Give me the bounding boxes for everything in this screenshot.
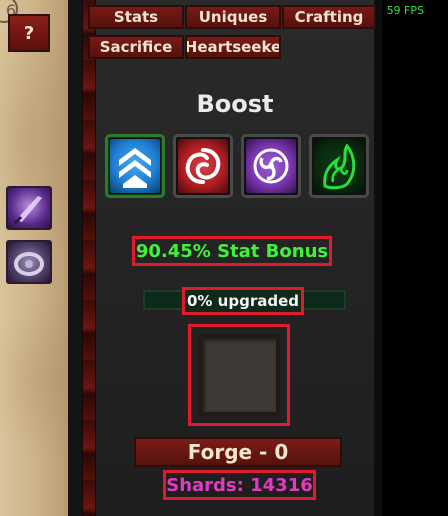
boost-option-swirl[interactable]: [173, 134, 233, 198]
swirl-icon: [178, 139, 228, 193]
upgrade-percent-label: 0% upgraded: [182, 287, 304, 315]
tab-sacrifice[interactable]: Sacrifice: [88, 35, 184, 59]
panel-edge: [374, 0, 382, 516]
divider-red-pillar: [82, 0, 96, 516]
tab-heartseeker[interactable]: Heartseeke: [185, 35, 281, 59]
boost-option-flame[interactable]: [309, 134, 369, 198]
dagger-skill-icon[interactable]: [6, 186, 52, 230]
flame-vortex-icon: [314, 139, 364, 193]
tab-uniques[interactable]: Uniques: [185, 5, 281, 29]
forge-button[interactable]: Forge - 0: [134, 437, 342, 467]
fps-counter: 59 FPS: [386, 4, 424, 17]
help-button[interactable]: ?: [8, 14, 50, 52]
forge-item-slot[interactable]: [198, 334, 280, 416]
boost-title: Boost: [196, 90, 274, 118]
stat-bonus-text: 90.45% Stat Bonus: [132, 236, 332, 266]
shards-count: Shards: 14316: [163, 470, 316, 500]
tab-stats[interactable]: Stats: [88, 5, 184, 29]
tab-crafting[interactable]: Crafting: [282, 5, 376, 29]
forge-slot-frame: [188, 324, 290, 426]
boost-option-chevron[interactable]: [105, 134, 165, 198]
divider-dark: [68, 0, 82, 516]
ring-skill-icon[interactable]: [6, 240, 52, 284]
boost-option-triskelion[interactable]: [241, 134, 301, 198]
forge-slot-empty: [202, 338, 276, 412]
triskelion-icon: [246, 139, 296, 193]
chevron-up-icon: [110, 139, 160, 193]
